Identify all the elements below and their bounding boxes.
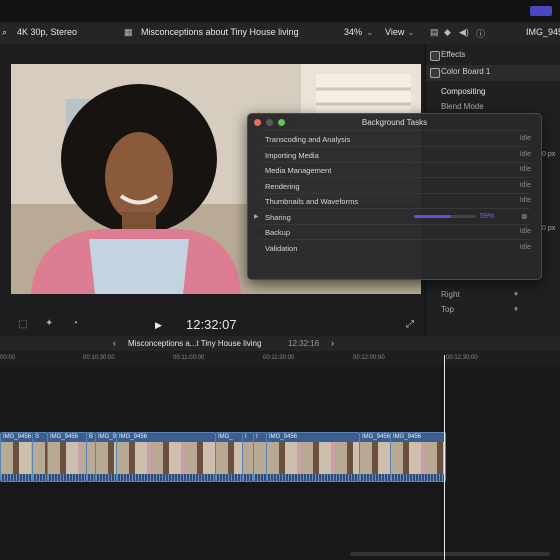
status-icon (530, 6, 552, 16)
transform-icon[interactable]: ⬚ (18, 319, 27, 330)
search-icon[interactable]: ⌕ (2, 27, 7, 38)
playhead[interactable] (444, 355, 445, 560)
play-button[interactable]: ▶ (155, 320, 162, 331)
task-status: Idle (519, 182, 531, 189)
timeline-clip[interactable]: IMG_9456 (95, 432, 117, 482)
timeline-header: ‹ Misconceptions a...t Tiny House living… (0, 336, 560, 351)
compositing-row[interactable]: Compositing (426, 85, 560, 101)
timeline-clip[interactable]: IMG_9456 (266, 432, 360, 482)
top-label: Top (441, 305, 454, 314)
progress-track (414, 215, 476, 218)
checkbox[interactable] (430, 51, 440, 61)
timeline-clip[interactable]: IMG_9456 (390, 432, 446, 482)
clip-label: IMG_9456 (50, 434, 79, 440)
timeline-clip[interactable]: IMG_9456 (116, 432, 216, 482)
clip-label: IMG_9456 (3, 434, 32, 440)
timecode-display: 12:32:07 (186, 317, 237, 332)
ruler-label: 00:12:30:00 (446, 355, 478, 361)
task-name: Transcoding and Analysis (265, 135, 351, 144)
ruler-label: :10:00:00 (0, 355, 16, 361)
timeline-clip[interactable]: IMG_9456 (0, 432, 33, 482)
px-value[interactable]: 0 px (542, 225, 555, 232)
task-status: Idle (519, 197, 531, 204)
clip-label: S (35, 434, 40, 440)
compositing-label: Compositing (441, 87, 486, 96)
clip-label: IMG_9456 (119, 434, 148, 440)
checkbox[interactable] (430, 68, 440, 78)
task-name: Validation (265, 244, 298, 253)
clip-label: IMG_9456 (98, 434, 117, 440)
ruler-label: 00:10:30:00 (83, 355, 115, 361)
filter-icon[interactable]: ◆ (444, 27, 451, 38)
task-name: Thumbnails and Waveforms (265, 197, 359, 206)
task-status: Idle (519, 151, 531, 158)
project-title: Misconceptions about Tiny House living (141, 27, 299, 37)
background-tasks-window: Background Tasks Transcoding and Analysi… (247, 113, 542, 280)
ruler-label: 00:11:30:00 (263, 355, 295, 361)
color-board-label: Color Board 1 (441, 67, 491, 76)
right-label: Right (441, 290, 460, 299)
clip-label: I (245, 434, 247, 440)
color-board-row[interactable]: Color Board 1 (426, 65, 560, 81)
chevron-down-icon[interactable]: ⌄ (407, 27, 415, 38)
effects-label: Effects (441, 50, 466, 59)
timeline-track: IMG_9456 S IMG_9456 B IMG_9456 IMG_9456 … (0, 367, 560, 560)
clip-label: IMG_9456 (393, 434, 422, 440)
effects-row[interactable]: Effects (426, 48, 560, 64)
task-name: Media Management (265, 166, 332, 175)
keyframe-icon[interactable]: ♦ (514, 304, 518, 313)
task-status: Idle (519, 166, 531, 173)
chevron-down-icon[interactable]: ⌄ (366, 27, 374, 38)
timeline-clip[interactable]: I (253, 432, 267, 482)
timeline-clip[interactable]: IMG_9456 (47, 432, 87, 482)
horizontal-scrollbar[interactable] (350, 552, 550, 556)
timeline-ruler[interactable]: :10:00:00 00:10:30:00 00:11:00:00 00:11:… (0, 351, 560, 368)
chevron-right-icon[interactable]: › (331, 338, 334, 348)
inspector-clip-name: IMG_9456 (526, 27, 560, 37)
task-name: Sharing (265, 213, 291, 222)
clip-label: B (89, 434, 94, 440)
task-status: Idle (519, 244, 531, 251)
enhance-icon[interactable]: ✦ (45, 318, 53, 329)
task-status: Idle (519, 228, 531, 235)
timeline-title: Misconceptions a...t Tiny House living (128, 339, 262, 348)
px-value[interactable]: 0 px (542, 151, 555, 158)
speed-icon[interactable]: ◔ (72, 318, 78, 329)
progress-fill (414, 215, 451, 218)
fullscreen-icon[interactable]: ⤢ (406, 319, 414, 330)
clip-label: I (256, 434, 258, 440)
info-icon[interactable]: ⓘ (476, 27, 485, 40)
cancel-icon[interactable]: ⊗ (521, 212, 528, 221)
right-row[interactable]: Right ♦ (426, 288, 560, 304)
timeline-clip[interactable]: IMG_9456 (359, 432, 391, 482)
timeline-clip[interactable]: IMG_ (215, 432, 243, 482)
clip-label: IMG_9456 (269, 434, 298, 440)
format-label: 4K 30p, Stereo (17, 27, 78, 37)
grid-icon[interactable]: ▤ (430, 27, 439, 38)
ruler-label: 00:11:00:00 (173, 355, 205, 361)
clip-label: IMG_ (218, 434, 233, 440)
task-name: Rendering (265, 182, 300, 191)
task-name: Backup (265, 228, 291, 237)
task-status: Idle (519, 135, 531, 142)
ruler-label: 00:12:00:00 (353, 355, 385, 361)
top-row[interactable]: Top ♦ (426, 303, 560, 319)
menu-strip (0, 0, 560, 22)
task-name: Importing Media (265, 151, 319, 160)
clip-label: IMG_9456 (362, 434, 391, 440)
timeline-duration: 12:32:16 (288, 339, 320, 348)
viewer-toolbar: ⌕ 4K 30p, Stereo ▦ Misconceptions about … (0, 22, 560, 44)
audio-icon[interactable]: ◀) (459, 27, 469, 38)
clapper-icon: ▦ (124, 27, 133, 37)
window-title: Background Tasks (361, 118, 428, 127)
keyframe-icon[interactable]: ♦ (514, 289, 518, 298)
blend-mode-label: Blend Mode (441, 102, 484, 111)
chevron-left-icon[interactable]: ‹ (113, 338, 116, 348)
progress-percent: 59% (480, 213, 495, 220)
view-menu[interactable]: View (385, 27, 404, 37)
disclosure-triangle-icon[interactable]: ▶ (254, 213, 259, 220)
timeline-clip[interactable]: S (32, 432, 48, 482)
zoom-dropdown[interactable]: 34% (344, 27, 362, 37)
